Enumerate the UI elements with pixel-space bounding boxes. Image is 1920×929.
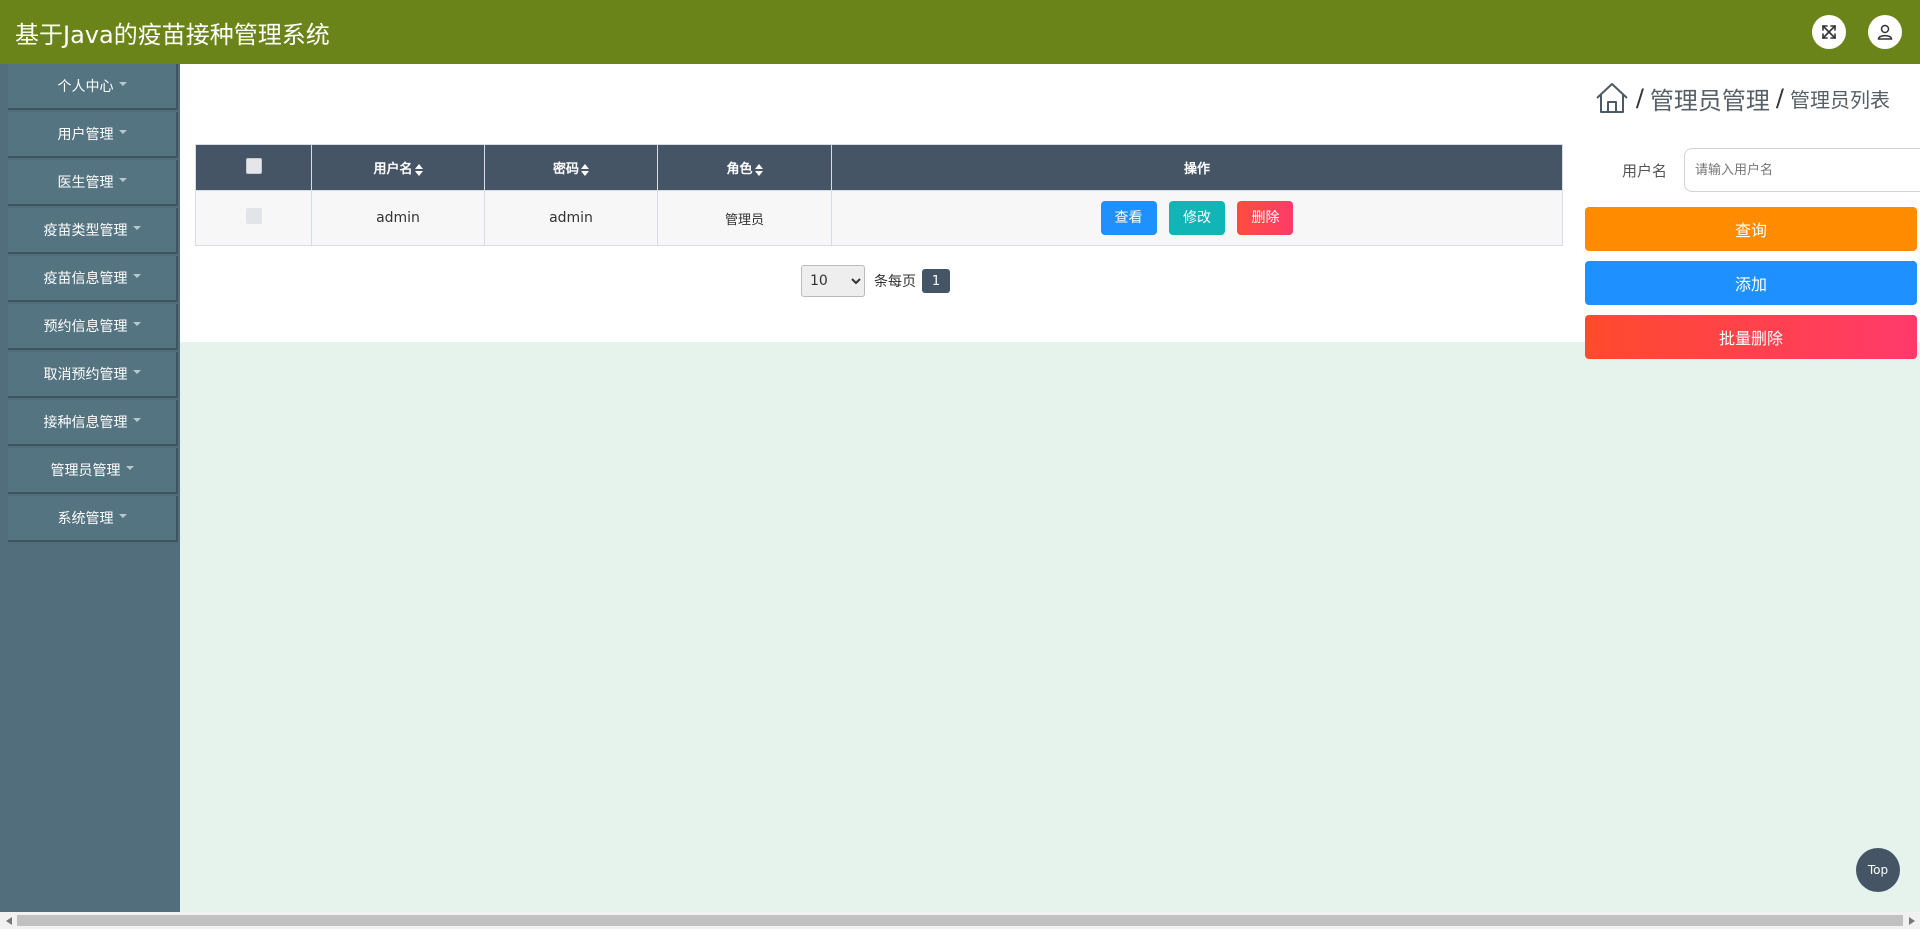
sidebar-item-users[interactable]: 用户管理 <box>8 112 178 158</box>
caret-down-icon <box>132 274 141 278</box>
caret-down-icon <box>118 514 127 518</box>
view-button[interactable]: 查看 <box>1100 201 1157 235</box>
user-icon <box>1877 24 1893 40</box>
breadcrumb: / 管理员管理 / 管理员列表 <box>1594 80 1890 116</box>
scroll-right-icon[interactable] <box>1903 912 1920 929</box>
fullscreen-button[interactable] <box>1812 15 1846 49</box>
batch-delete-button[interactable]: 批量删除 <box>1585 315 1917 359</box>
sidebar-item-label: 用户管理 <box>57 127 114 143</box>
user-button[interactable] <box>1868 15 1902 49</box>
breadcrumb-separator: / <box>1635 84 1644 112</box>
sidebar-item-profile[interactable]: 个人中心 <box>8 64 178 110</box>
caret-down-icon <box>118 178 127 182</box>
pagination: 10 条每页 1 <box>801 265 950 297</box>
sort-icon <box>754 163 763 176</box>
sidebar-item-label: 接种信息管理 <box>43 415 128 431</box>
horizontal-scrollbar[interactable] <box>0 912 1920 929</box>
sidebar-item-label: 疫苗信息管理 <box>43 271 128 287</box>
caret-down-icon <box>132 418 141 422</box>
page-number-button[interactable]: 1 <box>922 269 950 293</box>
column-header-username[interactable]: 用户名 <box>311 144 485 191</box>
caret-down-icon <box>132 226 141 230</box>
cell-password: admin <box>484 190 658 246</box>
table-row: admin admin 管理员 查看 修改 删除 <box>195 190 1563 246</box>
column-header-actions: 操作 <box>831 144 1563 191</box>
sidebar-item-label: 疫苗类型管理 <box>43 223 128 239</box>
query-button[interactable]: 查询 <box>1585 207 1917 251</box>
sidebar-item-label: 管理员管理 <box>50 463 121 479</box>
page-size-select[interactable]: 10 <box>801 265 865 297</box>
sidebar: 个人中心 用户管理 医生管理 疫苗类型管理 疫苗信息管理 预约信息管理 取消预约… <box>0 64 180 912</box>
cell-actions: 查看 修改 删除 <box>831 190 1563 246</box>
row-select-cell <box>195 190 312 246</box>
sidebar-item-label: 预约信息管理 <box>43 319 128 335</box>
caret-down-icon <box>132 370 141 374</box>
sidebar-item-vaccine-info[interactable]: 疫苗信息管理 <box>8 256 178 302</box>
sidebar-item-vaccine-types[interactable]: 疫苗类型管理 <box>8 208 178 254</box>
select-all-checkbox[interactable] <box>245 157 262 174</box>
sidebar-item-label: 个人中心 <box>57 79 114 95</box>
home-icon[interactable] <box>1594 80 1630 116</box>
column-header-password[interactable]: 密码 <box>484 144 658 191</box>
column-label: 操作 <box>1183 162 1210 177</box>
app-title: 基于Java的疫苗接种管理系统 <box>15 20 330 49</box>
username-label: 用户名 <box>1622 162 1668 180</box>
cell-username: admin <box>311 190 485 246</box>
scroll-left-icon[interactable] <box>0 912 17 929</box>
breadcrumb-separator: / <box>1775 84 1784 112</box>
edit-button[interactable]: 修改 <box>1169 201 1225 235</box>
sidebar-item-label: 取消预约管理 <box>43 367 128 383</box>
back-to-top-button[interactable]: Top <box>1856 848 1900 892</box>
scrollbar-thumb[interactable] <box>17 915 1903 926</box>
cell-role: 管理员 <box>657 190 832 246</box>
caret-down-icon <box>118 130 127 134</box>
add-button[interactable]: 添加 <box>1585 261 1917 305</box>
row-checkbox[interactable] <box>245 208 262 224</box>
caret-down-icon <box>132 322 141 326</box>
column-label: 密码 <box>552 162 579 177</box>
sidebar-item-cancellations[interactable]: 取消预约管理 <box>8 352 178 398</box>
sidebar-item-appointments[interactable]: 预约信息管理 <box>8 304 178 350</box>
expand-icon <box>1822 25 1836 39</box>
header-icons <box>1812 15 1902 49</box>
sort-icon <box>414 163 423 176</box>
select-all-cell <box>195 144 312 191</box>
admin-table: 用户名 密码 角色 操作 admin admin 管理员 查看 修改 删除 <box>195 144 1563 246</box>
delete-button[interactable]: 删除 <box>1237 201 1294 235</box>
page: 基于Java的疫苗接种管理系统 个人中心 用户管理 医生管理 疫苗类型管理 疫苗… <box>0 0 1920 929</box>
breadcrumb-section[interactable]: 管理员管理 <box>1650 81 1770 116</box>
caret-down-icon <box>125 466 134 470</box>
sidebar-item-vaccinations[interactable]: 接种信息管理 <box>8 400 178 446</box>
sort-icon <box>581 163 589 176</box>
sidebar-item-admins[interactable]: 管理员管理 <box>8 448 178 494</box>
username-search-input[interactable] <box>1684 148 1920 192</box>
column-label: 用户名 <box>373 162 413 177</box>
top-header: 基于Java的疫苗接种管理系统 <box>0 0 1920 64</box>
column-label: 角色 <box>726 162 753 177</box>
table-header-row: 用户名 密码 角色 操作 <box>195 144 1563 191</box>
sidebar-item-system[interactable]: 系统管理 <box>8 496 178 542</box>
sidebar-item-label: 医生管理 <box>57 175 114 191</box>
breadcrumb-current-page: 管理员列表 <box>1790 87 1890 112</box>
per-page-label: 条每页 <box>874 274 916 290</box>
sidebar-item-label: 系统管理 <box>57 511 114 527</box>
caret-down-icon <box>118 82 127 86</box>
column-header-role[interactable]: 角色 <box>657 144 832 191</box>
sidebar-item-doctors[interactable]: 医生管理 <box>8 160 178 206</box>
